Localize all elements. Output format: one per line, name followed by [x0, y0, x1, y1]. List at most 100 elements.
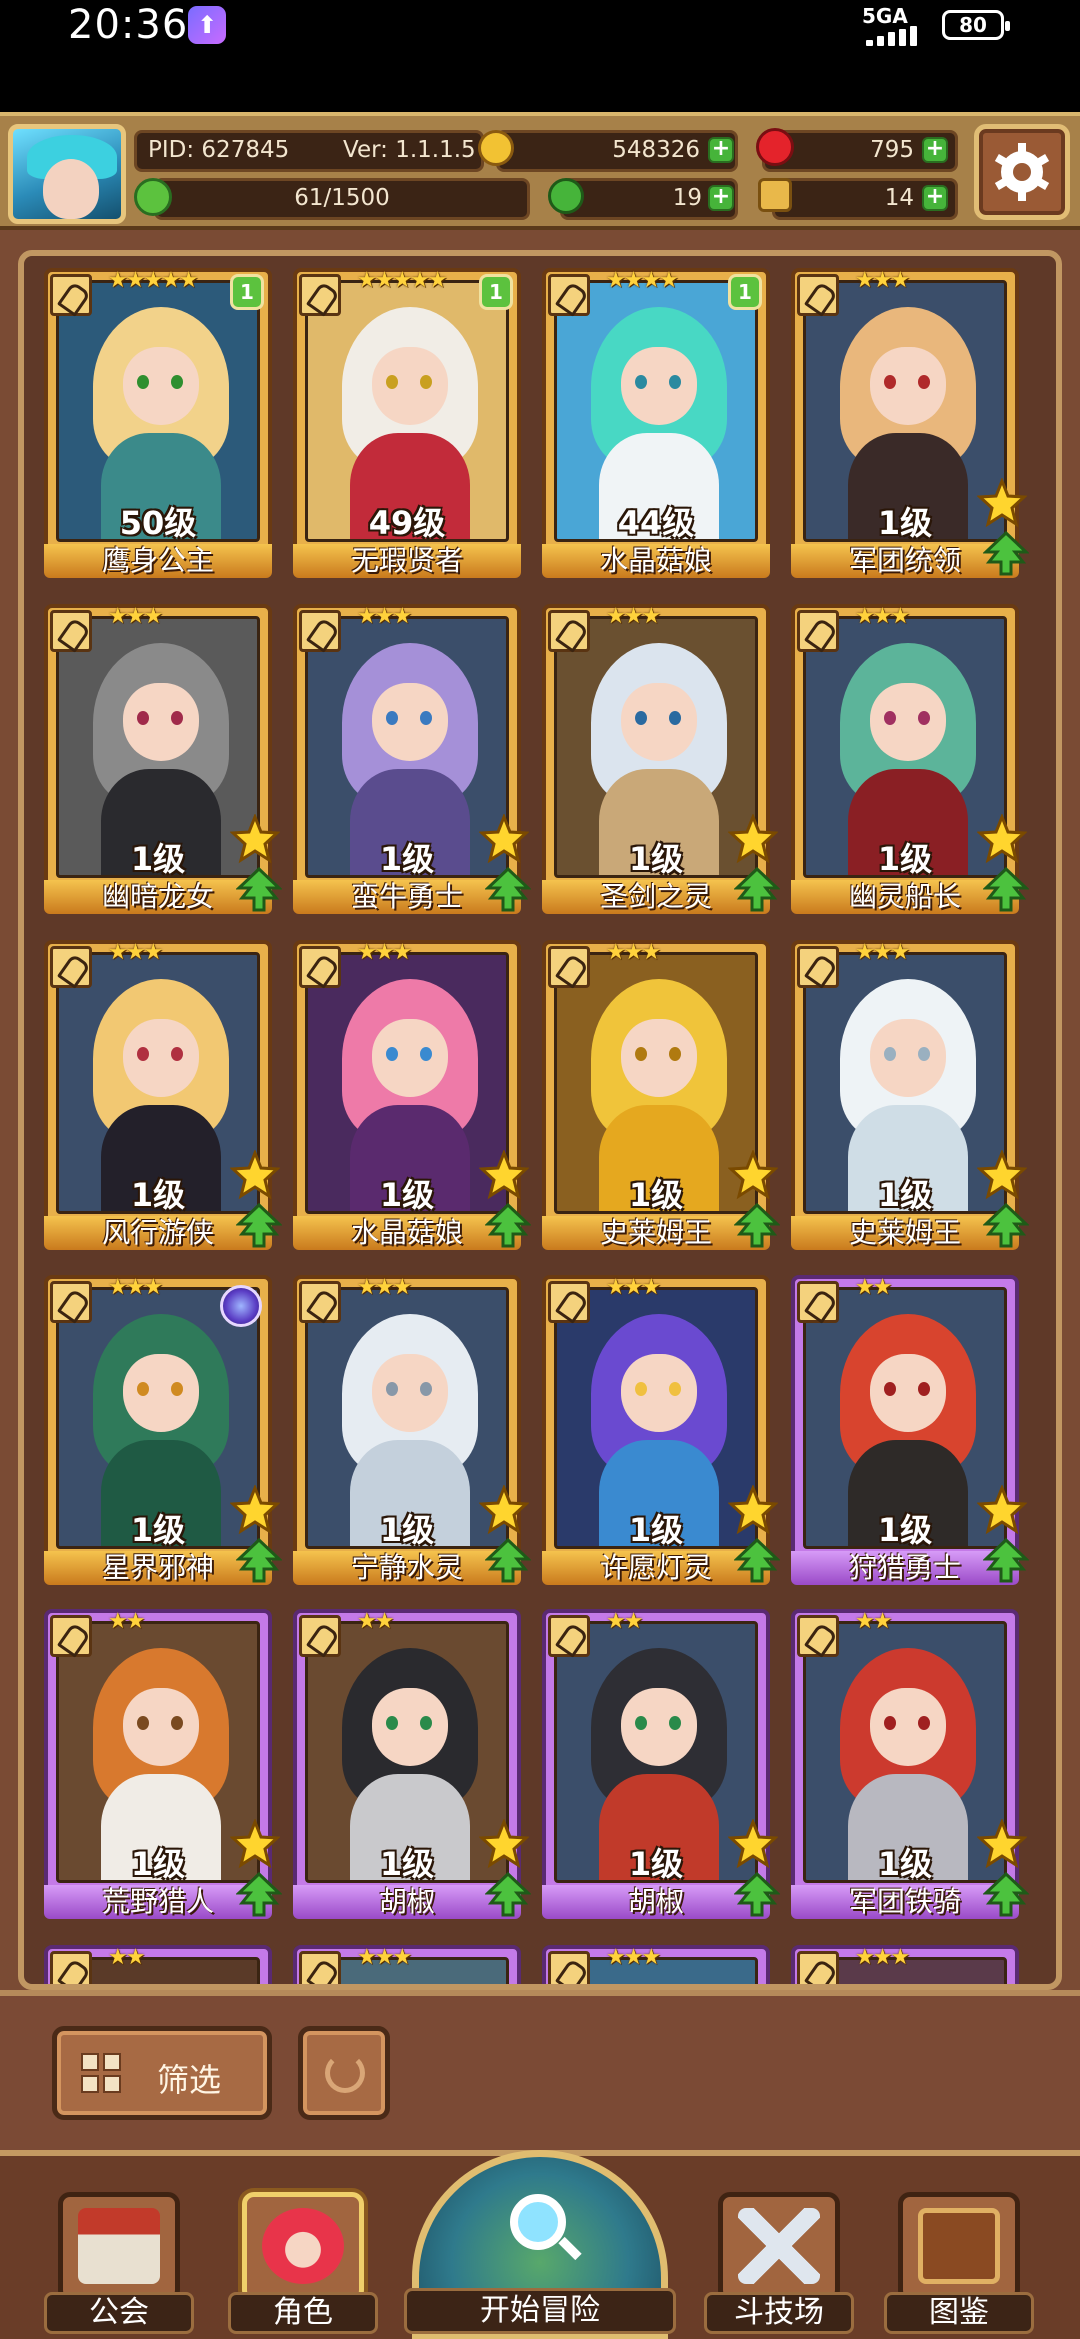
rarity-stars: ★★: [606, 1609, 643, 1634]
character-name: 鹰身公主: [101, 544, 214, 577]
rarity-stars: ★★★★★: [108, 268, 199, 293]
rarity-stars: ★★★: [357, 1274, 412, 1300]
add-clover-button[interactable]: +: [708, 185, 734, 211]
star-upgrade-icon: [728, 1150, 778, 1200]
class-key-icon: [299, 274, 341, 316]
duplicate-count-badge: 1: [479, 274, 513, 310]
rarity-stars: ★★★: [357, 1945, 412, 1970]
character-card[interactable]: ★★★ 1级 宁静水灵: [293, 1274, 531, 1585]
level-up-arrow-icon: [983, 1871, 1029, 1917]
star-upgrade-icon: [479, 1484, 529, 1534]
rarity-stars: ★★★: [357, 940, 412, 965]
character-name: 圣剑之灵: [599, 880, 712, 913]
key-amount: 14: [884, 185, 914, 211]
class-key-icon: [299, 1951, 341, 1984]
clover-icon: [548, 178, 584, 214]
character-roster-panel[interactable]: ★★★★★ 1 50级 鹰身公主 ★★★★★ 1 49级 无瑕贤者 ★★★★ 1 44级 水晶菇娘 ★★…: [18, 250, 1062, 1990]
star-upgrade-icon: [479, 1150, 529, 1200]
gold-amount: 548326: [612, 137, 700, 163]
character-card[interactable]: ★★★: [791, 1945, 1019, 1984]
character-card[interactable]: ★★ 1级 军团铁骑: [791, 1609, 1029, 1919]
character-card[interactable]: ★★ 1级 狩猎勇士: [791, 1274, 1029, 1585]
star-upgrade-icon: [479, 1819, 529, 1869]
rarity-stars: ★★★★★: [357, 268, 448, 293]
character-card[interactable]: ★★★ 1级 许愿灯灵: [542, 1274, 780, 1585]
player-avatar[interactable]: [8, 124, 126, 224]
star-upgrade-icon: [977, 814, 1027, 864]
duplicate-count-badge: 1: [728, 274, 762, 310]
class-key-icon: [797, 946, 839, 988]
rarity-stars: ★★: [357, 1609, 394, 1634]
nav-guild[interactable]: 公会: [44, 2192, 194, 2334]
star-upgrade-icon: [977, 478, 1027, 528]
character-name: 胡椒: [627, 1885, 684, 1918]
character-card[interactable]: ★★: [44, 1945, 272, 1984]
character-name: 史莱姆王: [599, 1216, 712, 1249]
level-up-arrow-icon: [485, 866, 531, 912]
class-key-icon: [797, 274, 839, 316]
character-card[interactable]: ★★ 1级 荒野猎人: [44, 1609, 282, 1919]
star-upgrade-icon: [977, 1150, 1027, 1200]
nav-arena[interactable]: 斗技场: [704, 2192, 854, 2334]
character-card[interactable]: ★★★★★ 1 49级 无瑕贤者: [293, 268, 521, 578]
star-upgrade-icon: [977, 1484, 1027, 1534]
class-key-icon: [797, 1280, 839, 1323]
character-card[interactable]: ★★★ 1级 风行游侠: [44, 940, 282, 1250]
character-card[interactable]: ★★★★★ 1 50级 鹰身公主: [44, 268, 272, 578]
filter-button[interactable]: 筛选: [52, 2026, 272, 2120]
resource-bar: PID: 627845 Ver: 1.1.1.5 548326 + 795 + …: [0, 112, 1080, 230]
star-upgrade-icon: [230, 1819, 280, 1869]
class-key-icon: [548, 1951, 590, 1984]
character-card[interactable]: ★★★ 1级 史莱姆王: [791, 940, 1029, 1250]
duplicate-count-badge: 1: [230, 274, 264, 310]
energy-amount: 61/1500: [294, 185, 390, 211]
character-card[interactable]: ★★ 1级 胡椒: [293, 1609, 531, 1919]
class-key-icon: [50, 610, 92, 652]
star-upgrade-icon: [230, 1484, 280, 1534]
level-up-arrow-icon: [983, 1202, 1029, 1248]
rarity-stars: ★★★: [606, 940, 661, 965]
rarity-stars: ★★: [108, 1609, 145, 1634]
character-card[interactable]: ★★★ 1级 星界邪神: [44, 1274, 282, 1585]
character-card[interactable]: ★★★ 1级 幽灵船长: [791, 604, 1029, 914]
level-up-arrow-icon: [734, 1202, 780, 1248]
nav-adventure-label: 开始冒险: [480, 2293, 600, 2328]
add-key-button[interactable]: +: [922, 185, 948, 211]
class-key-icon: [548, 274, 590, 316]
add-gem-button[interactable]: +: [922, 137, 948, 163]
refresh-button[interactable]: [298, 2026, 390, 2120]
star-upgrade-icon: [977, 1819, 1027, 1869]
character-card[interactable]: ★★★: [293, 1945, 521, 1984]
nav-character[interactable]: 角色: [228, 2192, 378, 2334]
character-card[interactable]: ★★★ 1级 史莱姆王: [542, 940, 780, 1250]
character-card[interactable]: ★★★ 1级 军团统领: [791, 268, 1029, 578]
character-card[interactable]: ★★★ 1级 圣剑之灵: [542, 604, 780, 914]
key-icon: [758, 178, 792, 212]
rarity-stars: ★★★: [855, 940, 910, 965]
clover-amount: 19: [672, 185, 702, 211]
character-name: 军团铁骑: [848, 1885, 961, 1918]
class-key-icon: [299, 946, 341, 988]
character-card[interactable]: ★★★★ 1 44级 水晶菇娘: [542, 268, 770, 578]
character-name: 星界邪神: [101, 1550, 214, 1584]
character-card[interactable]: ★★★ 1级 蛮牛勇士: [293, 604, 531, 914]
nav-codex[interactable]: 图鉴: [884, 2192, 1034, 2334]
character-card[interactable]: ★★★ 1级 幽暗龙女: [44, 604, 282, 914]
class-key-icon: [50, 946, 92, 988]
class-key-icon: [797, 1615, 839, 1657]
nav-start-adventure[interactable]: 开始冒险: [404, 2150, 676, 2339]
player-id: PID: 627845: [148, 137, 290, 163]
gear-icon: [994, 143, 1050, 201]
red-gem-icon: [756, 128, 794, 166]
rarity-stars: ★★: [108, 1945, 145, 1970]
character-card[interactable]: ★★★ 1级 水晶菇娘: [293, 940, 531, 1250]
character-card[interactable]: ★★★: [542, 1945, 770, 1984]
character-name: 幽暗龙女: [101, 880, 214, 913]
character-name: 水晶菇娘: [599, 544, 712, 577]
settings-button[interactable]: [974, 124, 1070, 220]
level-up-arrow-icon: [734, 1537, 780, 1582]
character-card[interactable]: ★★ 1级 胡椒: [542, 1609, 780, 1919]
nav-codex-label: 图鉴: [929, 2295, 989, 2330]
level-up-arrow-icon: [236, 1537, 282, 1582]
add-gold-button[interactable]: +: [708, 137, 734, 163]
